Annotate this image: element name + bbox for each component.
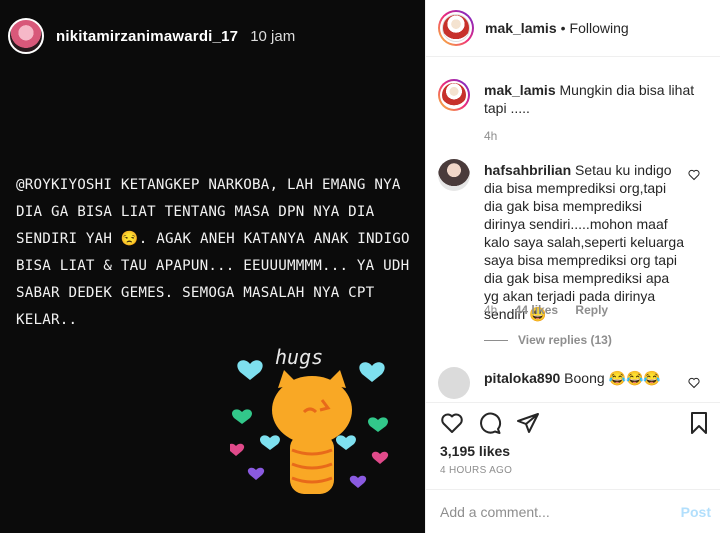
caption-meta: 4h: [484, 129, 511, 143]
story-image: nikitamirzanimawardi_17 10 jam @ROYKIYOS…: [0, 0, 425, 533]
hugs-sticker: hugs: [230, 345, 389, 494]
comment-username[interactable]: pitaloka890: [484, 370, 560, 386]
caption: mak_lamis Mungkin dia bisa lihat tapi ..…: [438, 77, 708, 157]
story-text: @ROYKIYOSHI KETANGKEP NARKOBA, LAH EMANG…: [16, 177, 410, 328]
like-icon[interactable]: [440, 411, 464, 435]
author-avatar[interactable]: [438, 10, 474, 46]
commenter-avatar[interactable]: [438, 159, 470, 191]
comment-icon[interactable]: [478, 411, 502, 435]
comment-text: pitaloka890 Boong 😂😂😂: [484, 369, 684, 387]
sticker-text: hugs: [275, 345, 323, 369]
comment-item: pitaloka890 Boong 😂😂😂: [438, 365, 708, 402]
like-comment-icon[interactable]: [688, 169, 700, 181]
comment-likes[interactable]: 44 likes: [515, 303, 558, 317]
comment-username[interactable]: hafsahbrilian: [484, 162, 571, 178]
caption-time[interactable]: 4h: [484, 129, 497, 143]
comment-input[interactable]: [440, 504, 660, 520]
save-icon[interactable]: [687, 411, 711, 435]
caption-text: mak_lamis Mungkin dia bisa lihat tapi ..…: [484, 81, 706, 117]
replies-line: [484, 340, 508, 342]
story-time: 10 jam: [250, 27, 296, 45]
post-timestamp[interactable]: 4 HOURS AGO: [440, 465, 512, 476]
comment-item: hafsahbrilian Setau ku indigo dia bisa m…: [438, 157, 708, 357]
like-comment-icon[interactable]: [688, 377, 700, 389]
comment-time[interactable]: 4h: [484, 303, 497, 317]
header-separator: •: [560, 20, 566, 36]
comment-meta: 4h 44 likes Reply: [484, 303, 622, 317]
story-username: nikitamirzanimawardi_17: [56, 27, 239, 45]
post-actions: 3,195 likes 4 HOURS AGO Post: [426, 402, 720, 533]
comment-body: Setau ku indigo dia bisa memprediksi org…: [484, 162, 685, 322]
story-header: nikitamirzanimawardi_17 10 jam: [8, 18, 295, 54]
comments-list[interactable]: mak_lamis Mungkin dia bisa lihat tapi ..…: [426, 57, 720, 402]
post-header: mak_lamis • Following: [426, 0, 720, 57]
likes-count[interactable]: 3,195 likes: [440, 443, 510, 459]
author-username[interactable]: mak_lamis: [485, 20, 557, 36]
comment-body: Boong 😂😂😂: [564, 370, 661, 386]
post-panel: mak_lamis • Following mak_lamis Mungkin …: [425, 0, 720, 533]
add-comment-bar: Post: [426, 489, 720, 533]
story-avatar: [8, 18, 44, 54]
follow-status-button[interactable]: Following: [570, 20, 629, 36]
caption-username[interactable]: mak_lamis: [484, 82, 556, 98]
view-replies-label: View replies (13): [518, 333, 612, 347]
post-button[interactable]: Post: [681, 504, 711, 520]
view-replies-button[interactable]: View replies (13): [484, 333, 626, 347]
cat-illustration: [272, 370, 352, 494]
comment-text: hafsahbrilian Setau ku indigo dia bisa m…: [484, 161, 684, 323]
share-icon[interactable]: [516, 411, 540, 435]
commenter-avatar[interactable]: [438, 367, 470, 399]
caption-avatar[interactable]: [438, 79, 470, 111]
reply-button[interactable]: Reply: [575, 303, 608, 317]
